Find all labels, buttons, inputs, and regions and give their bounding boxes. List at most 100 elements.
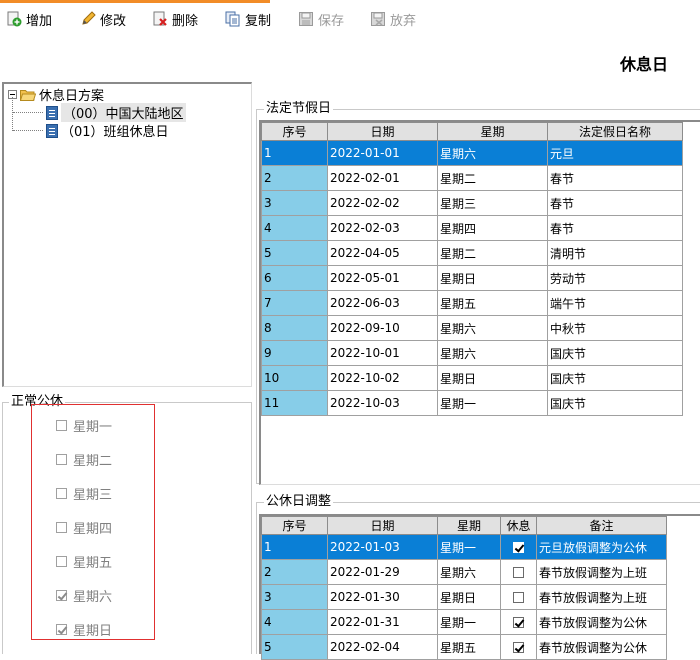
add-button[interactable]: 增加 — [6, 9, 52, 29]
weekday-wednesday[interactable]: 星期三 — [56, 485, 112, 503]
row-number: 7 — [261, 290, 328, 316]
table-row[interactable]: 11 2022-10-03 星期一 国庆节 — [261, 390, 683, 416]
date-cell: 2022-02-01 — [327, 165, 438, 191]
document-icon — [46, 105, 58, 120]
rest-cell — [500, 559, 537, 585]
holidays-title: 法定节假日 — [264, 101, 334, 116]
delete-icon — [152, 11, 168, 27]
table-row[interactable]: 3 2022-02-02 星期三 春节 — [261, 190, 683, 216]
table-row[interactable]: 10 2022-10-02 星期日 国庆节 — [261, 365, 683, 391]
table-row[interactable]: 6 2022-05-01 星期日 劳动节 — [261, 265, 683, 291]
holiday-name-cell: 端午节 — [547, 290, 683, 316]
row-number: 3 — [261, 190, 328, 216]
date-cell: 2022-01-31 — [327, 609, 438, 635]
note-cell: 元旦放假调整为公休 — [536, 534, 667, 560]
row-number: 9 — [261, 340, 328, 366]
weekday-monday[interactable]: 星期一 — [56, 417, 113, 435]
adjust-title: 公休日调整 — [264, 494, 334, 509]
rest-checkbox[interactable] — [513, 567, 524, 578]
delete-button-label: 删除 — [172, 13, 199, 29]
table-row[interactable]: 2 2022-02-01 星期二 春节 — [261, 165, 683, 191]
rest-checkbox[interactable] — [513, 642, 524, 653]
rest-cell — [500, 609, 537, 635]
row-number: 1 — [261, 140, 328, 166]
row-number: 5 — [261, 634, 328, 660]
toolbar: 增加 修改 删除 复制 保存 放弃 — [0, 0, 700, 36]
date-cell: 2022-01-03 — [327, 534, 438, 560]
document-icon — [46, 123, 58, 138]
rest-checkbox[interactable] — [513, 542, 524, 553]
weekday-friday[interactable]: 星期五 — [56, 553, 112, 571]
add-icon — [6, 11, 22, 27]
discard-icon — [370, 11, 386, 27]
weekday-cell: 星期日 — [437, 365, 548, 391]
table-row[interactable]: 1 2022-01-03 星期一 元旦放假调整为公休 — [261, 534, 667, 560]
checkbox[interactable] — [56, 555, 67, 567]
date-cell: 2022-06-03 — [327, 290, 438, 316]
row-number: 5 — [261, 240, 328, 266]
adjust-table: 序号 日期 星期 休息 备注 1 2022-01-03 星期一 元旦放假调整为公休 2 2022-… — [261, 516, 667, 660]
checkbox[interactable] — [56, 623, 67, 635]
save-icon — [298, 11, 314, 27]
table-row[interactable]: 8 2022-09-10 星期六 中秋节 — [261, 315, 683, 341]
checkbox[interactable] — [56, 487, 67, 499]
tree-line — [13, 130, 43, 131]
holiday-name-cell: 元旦 — [547, 140, 683, 166]
weekday-saturday[interactable]: 星期六 — [56, 587, 112, 605]
column-header[interactable]: 日期 — [327, 122, 438, 141]
weekday-thursday[interactable]: 星期四 — [56, 519, 113, 537]
edit-button[interactable]: 修改 — [80, 9, 126, 29]
table-row[interactable]: 3 2022-01-30 星期日 春节放假调整为上班 — [261, 584, 667, 610]
weekday-label: 星期四 — [73, 521, 113, 537]
page-title: 休息日 — [619, 55, 668, 74]
row-number: 3 — [261, 584, 328, 610]
column-header[interactable]: 序号 — [261, 122, 328, 141]
column-header[interactable]: 星期 — [437, 122, 548, 141]
copy-button[interactable]: 复制 — [225, 9, 271, 29]
date-cell: 2022-01-01 — [327, 140, 438, 166]
date-cell: 2022-01-29 — [327, 559, 438, 585]
table-row[interactable]: 5 2022-02-04 星期五 春节放假调整为公休 — [261, 634, 667, 660]
discard-button[interactable]: 放弃 — [370, 9, 416, 29]
tree-root-label: 休息日方案 — [39, 89, 105, 104]
checkbox[interactable] — [56, 419, 67, 431]
save-button[interactable]: 保存 — [298, 9, 344, 29]
table-row[interactable]: 2 2022-01-29 星期六 春节放假调整为上班 — [261, 559, 667, 585]
tree-root[interactable]: 休息日方案 — [8, 86, 105, 104]
row-number: 6 — [261, 265, 328, 291]
weekday-label: 星期日 — [73, 623, 113, 639]
note-cell: 春节放假调整为上班 — [536, 584, 667, 610]
tree-item-01[interactable]: （01）班组休息日 — [46, 122, 169, 140]
weekday-sunday[interactable]: 星期日 — [56, 621, 113, 639]
rest-checkbox[interactable] — [513, 617, 524, 628]
table-row[interactable]: 1 2022-01-01 星期六 元旦 — [261, 140, 683, 166]
checkbox[interactable] — [56, 453, 67, 465]
weekday-tuesday[interactable]: 星期二 — [56, 451, 112, 469]
holiday-name-cell: 春节 — [547, 215, 683, 241]
weekday-cell: 星期二 — [437, 240, 548, 266]
row-number: 8 — [261, 315, 328, 341]
table-row[interactable]: 4 2022-02-03 星期四 春节 — [261, 215, 683, 241]
delete-button[interactable]: 删除 — [152, 9, 198, 29]
column-header[interactable]: 法定假日名称 — [547, 122, 683, 141]
table-row[interactable]: 9 2022-10-01 星期六 国庆节 — [261, 340, 683, 366]
column-header[interactable]: 日期 — [327, 516, 438, 535]
weekday-cell: 星期一 — [437, 609, 501, 635]
weekday-label: 星期一 — [73, 419, 113, 435]
tree-item-label: （01）班组休息日 — [61, 125, 169, 140]
table-row[interactable]: 7 2022-06-03 星期五 端午节 — [261, 290, 683, 316]
rest-checkbox[interactable] — [513, 592, 524, 603]
checkbox[interactable] — [56, 521, 67, 533]
column-header[interactable]: 备注 — [536, 516, 667, 535]
column-header[interactable]: 序号 — [261, 516, 328, 535]
column-header[interactable]: 休息 — [500, 516, 537, 535]
weekday-cell: 星期六 — [437, 315, 548, 341]
checkbox[interactable] — [56, 589, 67, 601]
row-number: 4 — [261, 609, 328, 635]
column-header[interactable]: 星期 — [437, 516, 501, 535]
tree-line — [13, 112, 43, 113]
table-row[interactable]: 4 2022-01-31 星期一 春节放假调整为公休 — [261, 609, 667, 635]
date-cell: 2022-02-02 — [327, 190, 438, 216]
tree-item-00[interactable]: （00）中国大陆地区 — [46, 103, 186, 122]
table-row[interactable]: 5 2022-04-05 星期二 清明节 — [261, 240, 683, 266]
